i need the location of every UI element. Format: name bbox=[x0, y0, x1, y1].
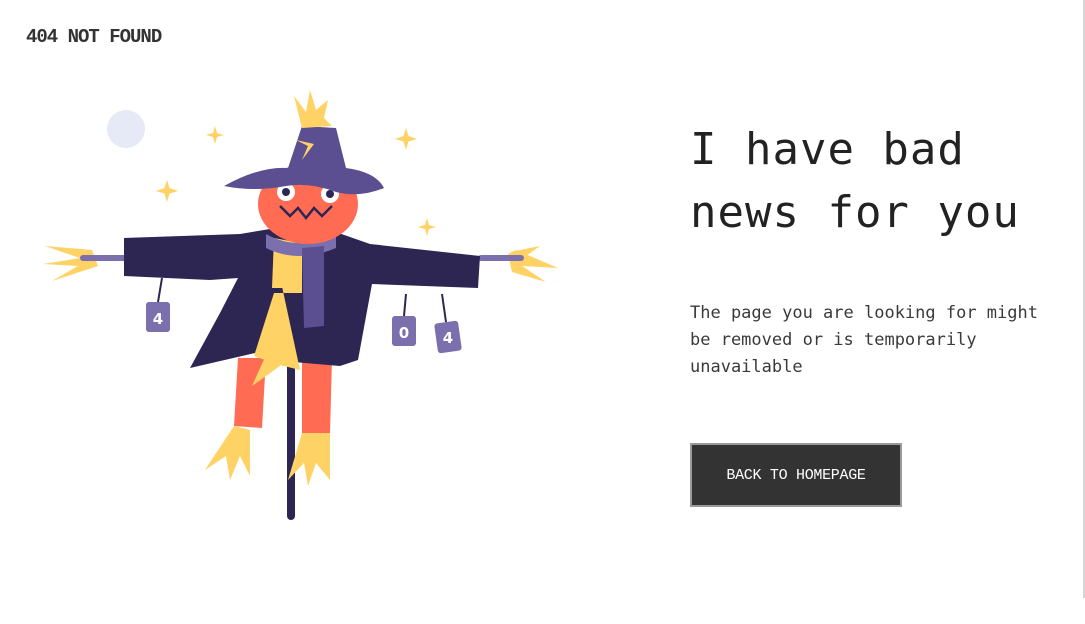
right-hand-straw bbox=[508, 246, 558, 282]
moon-icon bbox=[107, 110, 145, 148]
back-to-homepage-button[interactable]: BACK TO HOMEPAGE bbox=[690, 443, 902, 507]
can-right: 4 bbox=[434, 293, 462, 354]
can-left: 4 bbox=[146, 277, 170, 332]
svg-text:0: 0 bbox=[399, 324, 409, 342]
svg-text:4: 4 bbox=[443, 329, 453, 347]
error-message: The page you are looking for might be re… bbox=[690, 303, 1038, 377]
not-found-page: 404 NOT FOUND 4 0 4 I have bad news for … bbox=[0, 0, 1085, 624]
scarecrow-illustration: 4 0 4 bbox=[43, 90, 558, 520]
error-content: I have bad news for you The page you are… bbox=[690, 118, 1060, 507]
brand-logo-text[interactable]: 404 NOT FOUND bbox=[26, 26, 162, 48]
page-title: I have bad news for you bbox=[690, 124, 1020, 238]
svg-text:4: 4 bbox=[153, 310, 163, 328]
left-hand-straw bbox=[43, 246, 98, 281]
can-middle: 0 bbox=[392, 293, 416, 346]
hat bbox=[224, 126, 384, 195]
right-leg bbox=[302, 358, 332, 433]
